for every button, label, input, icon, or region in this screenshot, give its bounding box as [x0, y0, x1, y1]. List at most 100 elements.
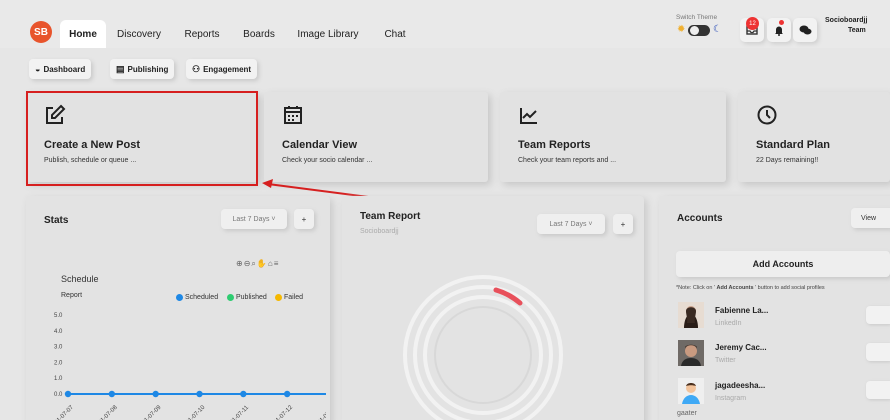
- nav-tab-home[interactable]: Home: [60, 20, 106, 48]
- nav-tab-image-library[interactable]: Image Library: [294, 20, 362, 48]
- chart-toolbar: ⊕⊖⌕✋⌂≡: [236, 259, 279, 269]
- subtab-label: Dashboard: [43, 64, 86, 74]
- note-prefix: *Note: Click on ': [676, 285, 717, 291]
- subtab-label: Publishing: [127, 64, 169, 74]
- legend-dot-scheduled: [176, 294, 183, 301]
- accounts-note: *Note: Click on ' Add Accounts ' button …: [676, 285, 825, 291]
- top-navbar: SB Home Discovery Reports Boards Image L…: [0, 0, 890, 48]
- zoom-in-icon[interactable]: ⊕: [236, 259, 244, 268]
- legend-dot-failed: [275, 294, 282, 301]
- data-point[interactable]: [240, 390, 247, 398]
- account-action-button[interactable]: [866, 343, 890, 361]
- cartoon-avatar[interactable]: [678, 378, 704, 404]
- data-point[interactable]: [196, 390, 203, 398]
- data-point[interactable]: [283, 390, 291, 398]
- card-title: Team Reports: [518, 139, 591, 151]
- chat-bubbles-icon: [799, 25, 811, 35]
- stats-title: Stats: [44, 215, 69, 226]
- note-suffix: ' button to add social profiles: [753, 285, 825, 291]
- x-tick-label: 21-07-13: [317, 404, 326, 420]
- data-point[interactable]: [64, 390, 72, 398]
- bell-icon: [775, 26, 783, 36]
- y-tick-label: 0.0: [54, 392, 63, 398]
- account-action-button[interactable]: [866, 381, 890, 399]
- accounts-title: Accounts: [677, 213, 723, 224]
- legend-label: Scheduled: [185, 294, 219, 301]
- x-tick-label: 21-07-11: [229, 404, 250, 420]
- pan-icon[interactable]: ✋: [257, 259, 268, 268]
- subtab-dashboard[interactable]: ◒ Dashboard: [29, 59, 92, 79]
- x-tick-label: 21-07-08: [98, 404, 120, 420]
- toggle-knob: [690, 26, 699, 35]
- stats-range-dropdown[interactable]: Last 7 Days ˅: [221, 209, 287, 229]
- chart-icon: [518, 104, 708, 131]
- account-network: Twitter: [715, 357, 736, 364]
- nav-tab-discovery[interactable]: Discovery: [114, 20, 164, 48]
- legend-scheduled[interactable]: Scheduled: [176, 294, 218, 301]
- calendar-icon: [282, 104, 470, 131]
- chart-title: Schedule: [61, 274, 99, 284]
- nav-tab-boards[interactable]: Boards: [240, 20, 278, 48]
- legend-label: Published: [236, 294, 267, 301]
- team-add-button[interactable]: +: [613, 214, 633, 234]
- notification-count-badge: 12: [746, 17, 759, 30]
- user-name[interactable]: Socioboardjj: [825, 17, 867, 24]
- legend-failed[interactable]: Failed: [275, 294, 303, 301]
- y-tick-label: 5.0: [54, 313, 63, 319]
- card-subtitle: Check your socio calendar ...: [282, 157, 373, 164]
- nav-tab-chat[interactable]: Chat: [380, 20, 410, 48]
- chart-subtitle: Report: [61, 292, 83, 299]
- card-title: Standard Plan: [756, 139, 830, 151]
- legend-label: Failed: [284, 294, 304, 301]
- sun-icon: ✹: [677, 24, 686, 35]
- stats-add-button[interactable]: +: [294, 209, 314, 229]
- account-action-button[interactable]: [866, 306, 890, 324]
- account-network: Instagram: [715, 395, 747, 402]
- x-tick-label: 21-07-07: [54, 404, 76, 420]
- subtab-label: Engagement: [203, 64, 252, 74]
- accounts-view-button[interactable]: View: [851, 208, 890, 228]
- user-team[interactable]: Team: [848, 27, 866, 34]
- card-team-reports[interactable]: Team Reports Check your team reports and…: [500, 92, 726, 182]
- x-tick-label: 21-07-10: [185, 404, 207, 420]
- team-report-title: Team Report: [360, 211, 421, 222]
- nav-tab-reports[interactable]: Reports: [182, 20, 222, 48]
- engagement-icon: ⚇: [192, 63, 201, 74]
- socioboard-logo[interactable]: SB: [30, 21, 52, 43]
- man-avatar[interactable]: [678, 340, 704, 366]
- card-subtitle: 22 Days remaining!!: [756, 157, 819, 164]
- menu-icon[interactable]: ≡: [274, 259, 280, 268]
- subtab-publishing[interactable]: ▤ Publishing: [110, 59, 175, 79]
- y-tick-label: 1.0: [54, 376, 63, 382]
- moon-icon: ☾: [713, 24, 722, 35]
- card-calendar-view[interactable]: Calendar View Check your socio calendar …: [264, 92, 488, 182]
- account-name[interactable]: Fabienne La...: [715, 306, 768, 315]
- y-tick-label: 2.0: [54, 360, 63, 366]
- legend-dot-published: [227, 294, 234, 301]
- team-range-dropdown[interactable]: Last 7 Days ˅: [537, 214, 605, 234]
- publishing-icon: ▤: [116, 63, 125, 74]
- data-point[interactable]: [108, 390, 116, 398]
- woman-avatar[interactable]: [678, 302, 704, 328]
- switch-theme-label: Switch Theme: [676, 14, 718, 21]
- account-name[interactable]: Jeremy Cac...: [715, 343, 767, 352]
- subtab-engagement[interactable]: ⚇ Engagement: [186, 59, 258, 79]
- chat-button[interactable]: [793, 18, 817, 42]
- add-accounts-button[interactable]: Add Accounts: [676, 251, 890, 277]
- dashboard-icon: ◒: [35, 64, 41, 74]
- data-point[interactable]: [152, 390, 159, 398]
- x-tick-label: 21-07-12: [273, 404, 295, 420]
- x-tick-label: 21-07-09: [141, 404, 163, 420]
- theme-toggle[interactable]: [688, 25, 710, 36]
- legend-published[interactable]: Published: [227, 294, 267, 301]
- team-donut-chart: [403, 275, 563, 420]
- alert-dot: [779, 20, 784, 25]
- y-tick-label: 4.0: [54, 329, 63, 335]
- account-network: LinkedIn: [715, 320, 742, 327]
- highlight-box: [26, 91, 258, 186]
- card-subtitle: Check your team reports and ...: [518, 157, 617, 164]
- account-name[interactable]: jagadeesha...: [715, 381, 765, 390]
- card-standard-plan[interactable]: Standard Plan 22 Days remaining!!: [738, 92, 890, 182]
- clock-icon: [756, 104, 872, 131]
- note-bold: Add Accounts: [716, 285, 754, 291]
